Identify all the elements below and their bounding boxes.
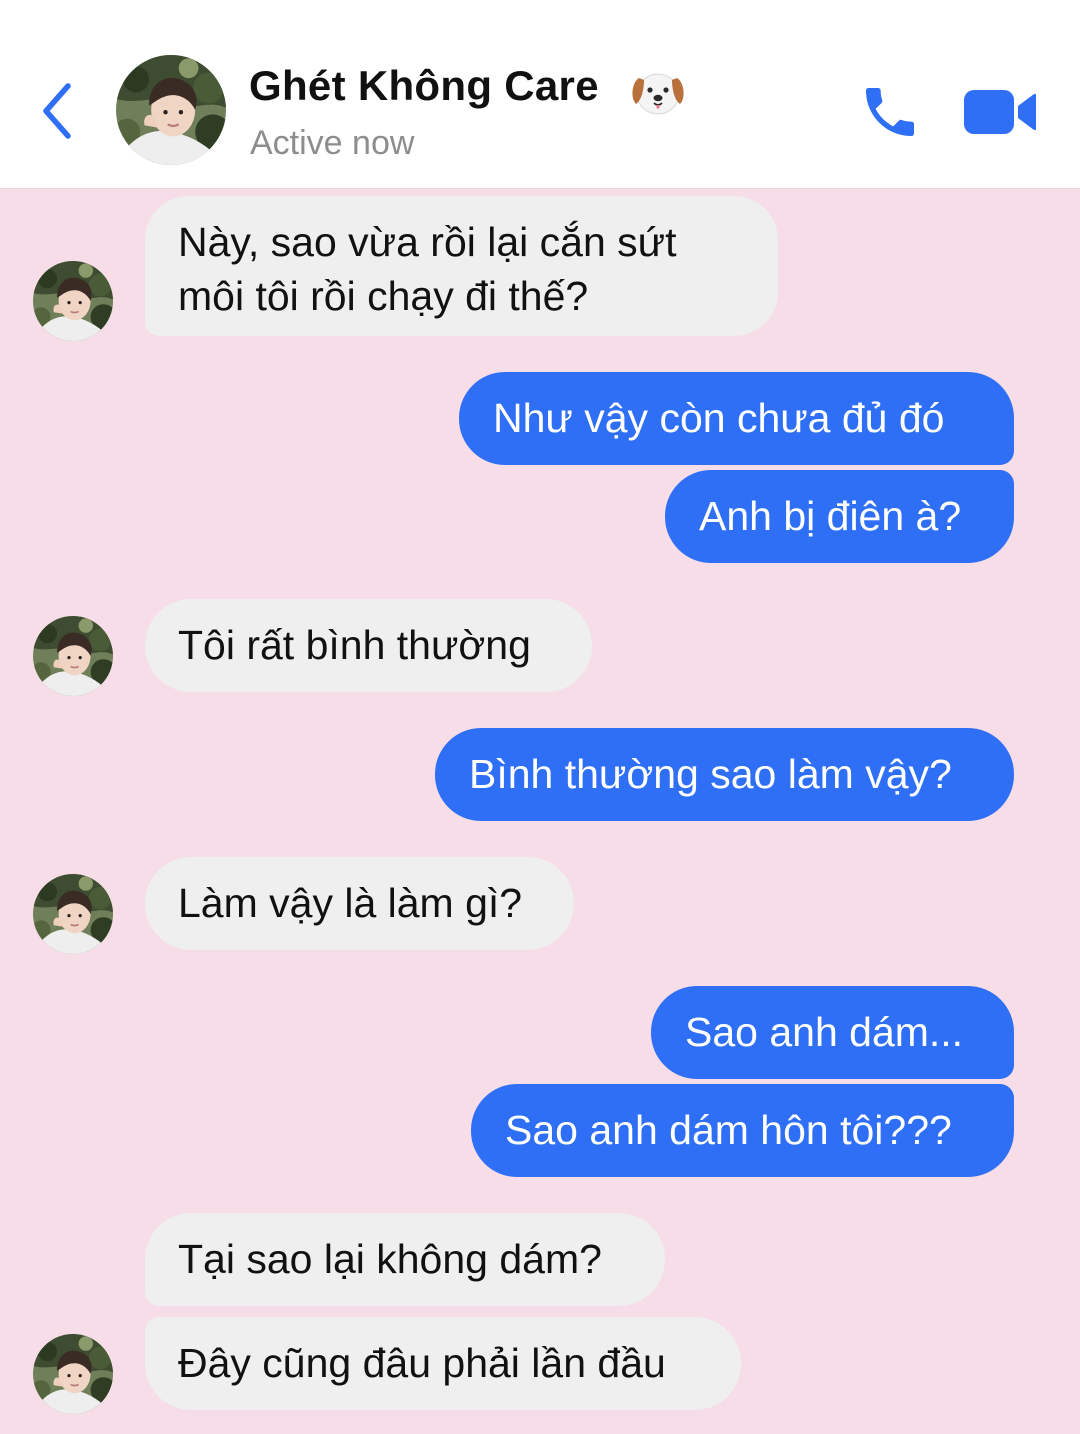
avatar-photo (33, 616, 113, 696)
phone-icon (866, 88, 914, 136)
message-bubble-incoming[interactable]: Tôi rất bình thường (145, 599, 592, 692)
message-bubble-incoming[interactable]: Này, sao vừa rồi lại cắn sứt môi tôi rồi… (145, 196, 778, 336)
call-button[interactable] (858, 80, 922, 144)
video-call-button[interactable] (962, 84, 1038, 140)
sender-avatar[interactable] (33, 1334, 113, 1414)
message-bubble-outgoing[interactable]: Sao anh dám... (651, 986, 1014, 1079)
back-button[interactable] (30, 76, 86, 146)
message-bubble-outgoing[interactable]: Anh bị điên à? (665, 470, 1014, 563)
message-text: Tôi rất bình thường (178, 622, 531, 668)
message-text: Bình thường sao làm vậy? (469, 751, 952, 797)
sender-avatar[interactable] (33, 874, 113, 954)
message-text: Này, sao vừa rồi lại cắn sứt (178, 219, 677, 265)
avatar-photo (116, 55, 226, 165)
message-bubble-incoming[interactable]: Đây cũng đâu phải lần đầu (145, 1317, 741, 1410)
message-text: Sao anh dám hôn tôi??? (505, 1107, 952, 1153)
contact-avatar[interactable] (116, 55, 226, 165)
message-text: môi tôi rồi chạy đi thế? (178, 273, 589, 319)
avatar-photo (33, 261, 113, 341)
sender-avatar[interactable] (33, 616, 113, 696)
chevron-left-icon (43, 83, 71, 139)
status-text: Active now (250, 124, 415, 162)
message-text: Sao anh dám... (685, 1009, 964, 1055)
message-list[interactable]: Này, sao vừa rồi lại cắn sứt môi tôi rồi… (0, 189, 1080, 1434)
video-camera-icon (964, 90, 1036, 134)
message-text: Như vậy còn chưa đủ đó (493, 395, 945, 441)
message-text: Tại sao lại không dám? (178, 1236, 602, 1282)
sender-avatar[interactable] (33, 261, 113, 341)
message-bubble-outgoing[interactable]: Như vậy còn chưa đủ đó (459, 372, 1014, 465)
message-bubble-incoming[interactable]: Tại sao lại không dám? (145, 1213, 665, 1306)
avatar-photo (33, 874, 113, 954)
message-bubble-incoming[interactable]: Làm vậy là làm gì? (145, 857, 574, 950)
dog-face-icon (630, 68, 686, 118)
message-text: Đây cũng đâu phải lần đầu (178, 1340, 666, 1386)
avatar-photo (33, 1334, 113, 1414)
chat-header: Ghét Không Care Active now (0, 0, 1080, 189)
message-text: Làm vậy là làm gì? (178, 880, 523, 926)
contact-name[interactable]: Ghét Không Care (249, 62, 599, 110)
message-bubble-outgoing[interactable]: Sao anh dám hôn tôi??? (471, 1084, 1014, 1177)
message-text: Anh bị điên à? (699, 493, 962, 539)
message-bubble-outgoing[interactable]: Bình thường sao làm vậy? (435, 728, 1014, 821)
